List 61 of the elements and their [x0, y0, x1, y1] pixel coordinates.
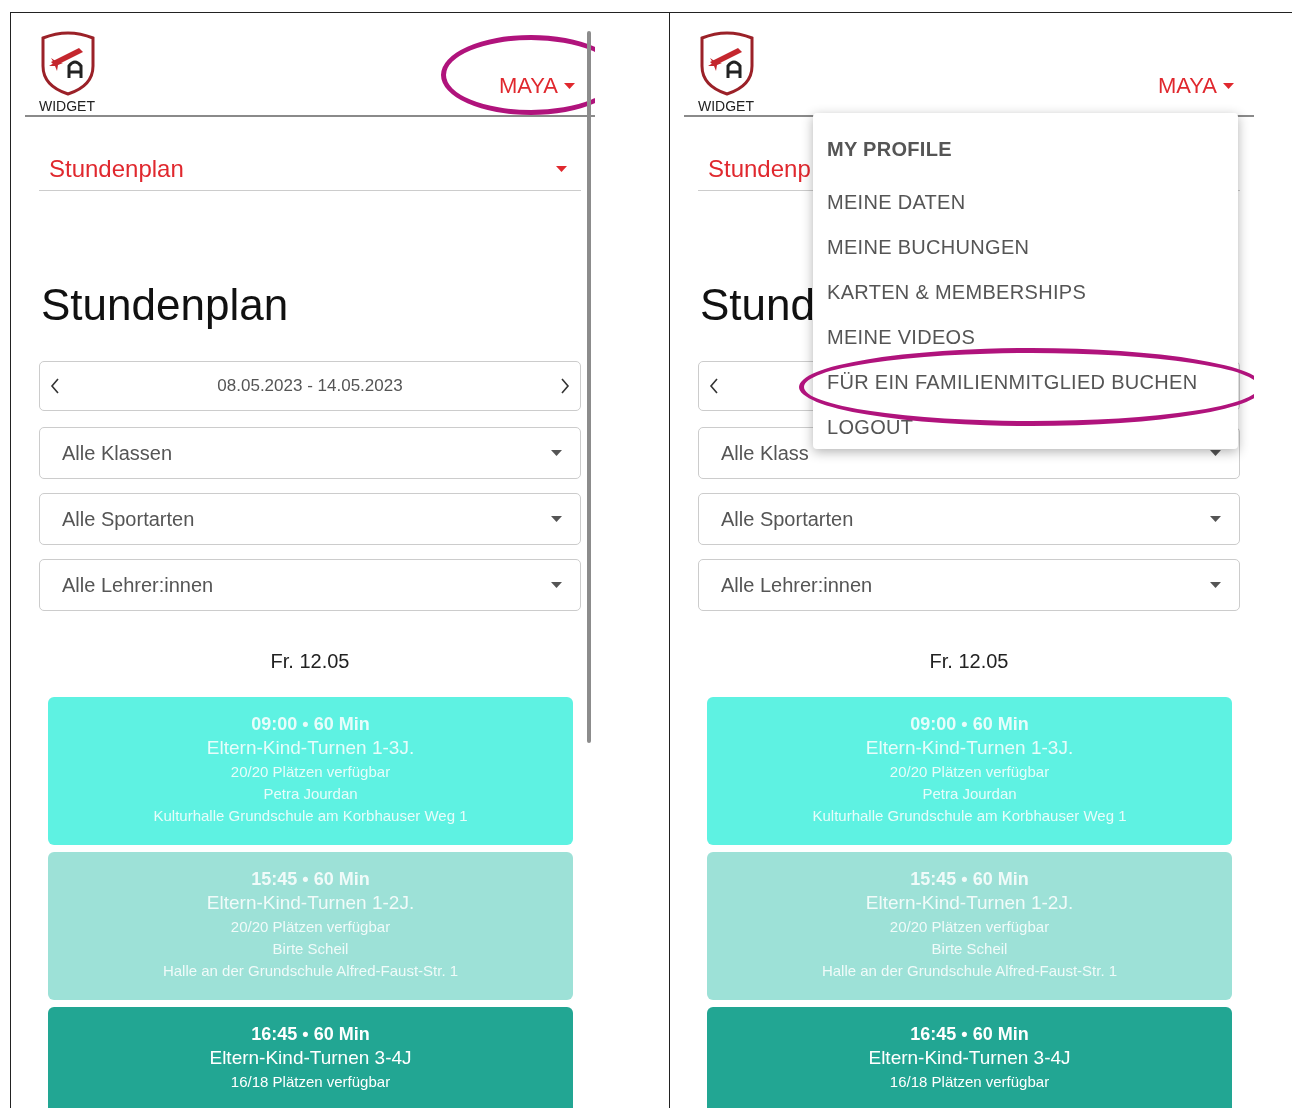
widget-label: WIDGET — [39, 98, 95, 114]
week-range: 08.05.2023 - 14.05.2023 — [217, 376, 403, 396]
section-select[interactable]: Stundenplan — [39, 147, 581, 191]
menu-heading: MY PROFILE — [826, 137, 953, 162]
class-time: 16:45 • 60 Min — [910, 1023, 1029, 1045]
day-heading: Fr. 12.05 — [928, 649, 1010, 673]
caret-icon — [551, 450, 562, 456]
filter-select[interactable]: Alle Lehrer:innen — [698, 559, 1240, 611]
class-time: 15:45 • 60 Min — [251, 868, 370, 890]
class-name: Eltern-Kind-Turnen 1-3J. — [865, 736, 1074, 760]
menu-item[interactable]: MEINE DATEN — [813, 186, 980, 231]
class-spots: 16/18 Plätzen verfügbar — [230, 1072, 391, 1092]
page-title: Stund — [700, 281, 815, 329]
class-location: Kulturhalle Grundschule am Korbhauser Weg 1 — [812, 806, 1127, 826]
day-heading: Fr. 12.05 — [269, 649, 351, 673]
menu-item[interactable]: MEINE VIDEOS — [813, 321, 990, 366]
class-name: Eltern-Kind-Turnen 1-2J. — [865, 891, 1074, 915]
chevron-left-icon[interactable] — [709, 378, 719, 394]
caret-icon — [551, 582, 562, 588]
class-spots: 16/18 Plätzen verfügbar — [889, 1072, 1050, 1092]
class-time: 16:45 • 60 Min — [251, 1023, 370, 1045]
user-menu-button[interactable]: MAYA — [498, 73, 575, 99]
page-title: Stundenplan — [41, 281, 289, 329]
filter-select[interactable]: Alle Sportarten — [39, 493, 581, 545]
class-teacher: Petra Jourdan — [922, 784, 1017, 804]
class-name: Eltern-Kind-Turnen 1-2J. — [206, 891, 415, 915]
class-name: Eltern-Kind-Turnen 3-4J — [209, 1046, 412, 1070]
caret-icon — [1210, 516, 1221, 522]
caret-icon — [1223, 83, 1234, 89]
class-spots: 20/20 Plätzen verfügbar — [230, 917, 391, 937]
class-location: Halle an der Grundschule Alfred-Faust-Str. 1 — [821, 961, 1118, 981]
menu-item[interactable]: KARTEN & MEMBERSHIPS — [813, 276, 1101, 321]
widget-label: WIDGET — [698, 98, 754, 114]
club-logo — [39, 30, 97, 96]
class-teacher: Petra Jourdan — [263, 784, 358, 804]
class-teacher: Birte Scheil — [931, 939, 1008, 959]
class-teacher: Birte Scheil — [272, 939, 349, 959]
menu-item[interactable]: MEINE BUCHUNGEN — [813, 231, 1044, 276]
class-spots: 20/20 Plätzen verfügbar — [889, 917, 1050, 937]
class-time: 09:00 • 60 Min — [251, 713, 370, 735]
menu-item[interactable]: FÜR EIN FAMILIENMITGLIED BUCHEN — [813, 366, 1212, 411]
class-spots: 20/20 Plätzen verfügbar — [230, 762, 391, 782]
caret-icon — [556, 165, 567, 172]
user-menu-button[interactable]: MAYA — [1157, 73, 1234, 99]
class-name: Eltern-Kind-Turnen 1-3J. — [206, 736, 415, 760]
class-time: 15:45 • 60 Min — [910, 868, 1029, 890]
caret-icon — [551, 516, 562, 522]
class-location: Kulturhalle Grundschule am Korbhauser Weg 1 — [153, 806, 468, 826]
filter-select[interactable]: Alle Lehrer:innen — [39, 559, 581, 611]
class-time: 09:00 • 60 Min — [910, 713, 1029, 735]
caret-icon — [564, 83, 575, 89]
chevron-left-icon[interactable] — [50, 378, 60, 394]
class-spots: 20/20 Plätzen verfügbar — [889, 762, 1050, 782]
class-location: Halle an der Grundschule Alfred-Faust-Str. 1 — [162, 961, 459, 981]
scrollbar[interactable] — [587, 31, 591, 743]
class-name: Eltern-Kind-Turnen 3-4J — [868, 1046, 1071, 1070]
filter-select[interactable]: Alle Sportarten — [698, 493, 1240, 545]
club-logo — [698, 30, 756, 96]
filter-select[interactable]: Alle Klassen — [39, 427, 581, 479]
caret-icon — [1210, 582, 1221, 588]
chevron-right-icon[interactable] — [560, 378, 570, 394]
